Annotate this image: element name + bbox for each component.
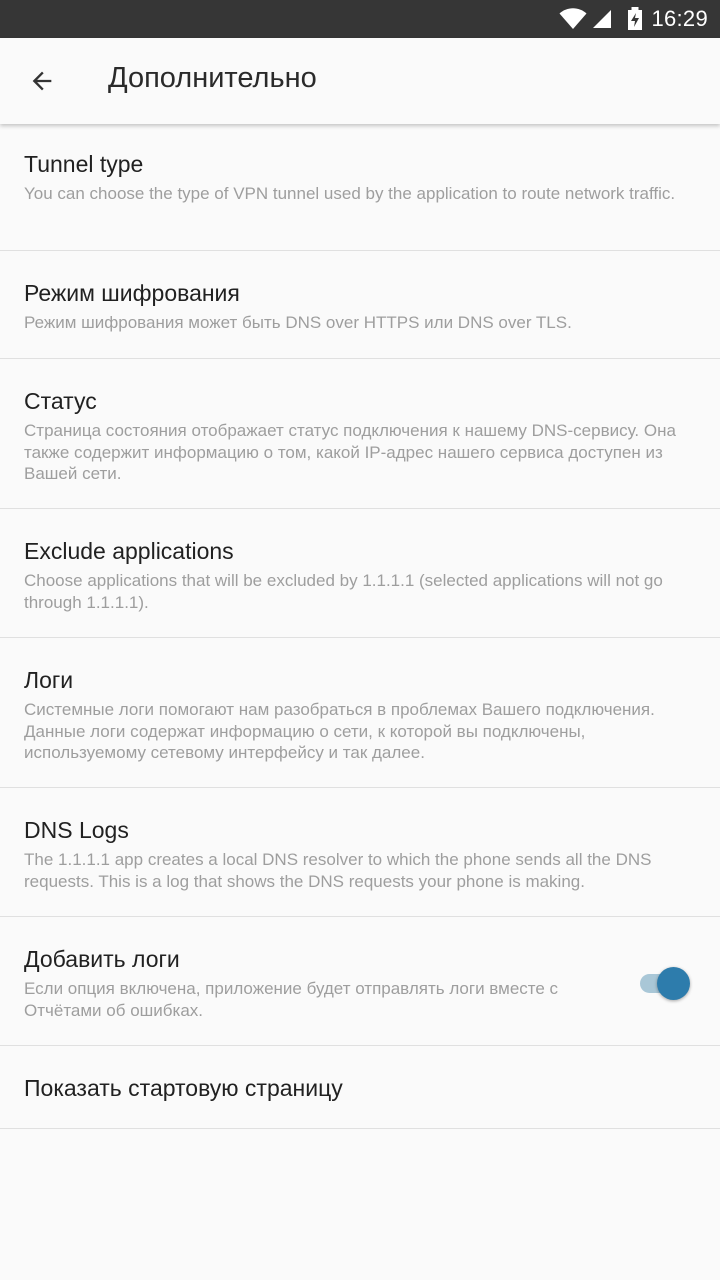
- setting-summary: Режим шифрования может быть DNS over HTT…: [24, 313, 572, 332]
- setting-title: Статус: [24, 388, 97, 414]
- setting-exclude-applications[interactable]: Exclude applications Choose applications…: [0, 509, 720, 638]
- app-bar: Дополнительно: [0, 38, 720, 124]
- setting-title: Режим шифрования: [24, 280, 240, 306]
- wifi-icon: [559, 8, 587, 29]
- battery-charging-icon: [628, 7, 643, 30]
- status-bar: 16:29: [0, 0, 720, 38]
- setting-tunnel-type[interactable]: Tunnel type You can choose the type of V…: [0, 124, 720, 251]
- add-logs-toggle[interactable]: [638, 967, 692, 1000]
- status-icons: 16:29: [559, 0, 708, 38]
- back-button[interactable]: [18, 57, 66, 105]
- setting-title: Показать стартовую страницу: [24, 1075, 343, 1101]
- setting-title: DNS Logs: [24, 817, 129, 843]
- setting-show-start-page[interactable]: Показать стартовую страницу: [0, 1046, 720, 1129]
- signal-icon: [593, 10, 612, 28]
- setting-summary: The 1.1.1.1 app creates a local DNS reso…: [24, 850, 652, 891]
- setting-encryption-mode[interactable]: Режим шифрования Режим шифрования может …: [0, 251, 720, 359]
- setting-title: Tunnel type: [24, 151, 144, 177]
- toggle-thumb: [657, 967, 690, 1000]
- setting-logs[interactable]: Логи Системные логи помогают нам разобра…: [0, 638, 720, 788]
- setting-summary: Если опция включена, приложение будет от…: [24, 979, 559, 1020]
- setting-title: Добавить логи: [24, 946, 180, 972]
- setting-status[interactable]: Статус Страница состояния отображает ста…: [0, 359, 720, 509]
- setting-title: Логи: [24, 667, 74, 693]
- setting-summary: You can choose the type of VPN tunnel us…: [24, 184, 676, 203]
- settings-list: Tunnel type You can choose the type of V…: [0, 124, 720, 1129]
- setting-add-logs[interactable]: Добавить логи Если опция включена, прило…: [0, 917, 720, 1046]
- setting-summary: Страница состояния отображает статус под…: [24, 421, 676, 483]
- setting-summary: Системные логи помогают нам разобраться …: [24, 700, 655, 762]
- page-title: Дополнительно: [108, 62, 317, 94]
- setting-dns-logs[interactable]: DNS Logs The 1.1.1.1 app creates a local…: [0, 788, 720, 917]
- setting-summary: Choose applications that will be exclude…: [24, 571, 663, 612]
- arrow-back-icon: [32, 71, 52, 91]
- setting-title: Exclude applications: [24, 538, 234, 564]
- status-time: 16:29: [651, 6, 708, 31]
